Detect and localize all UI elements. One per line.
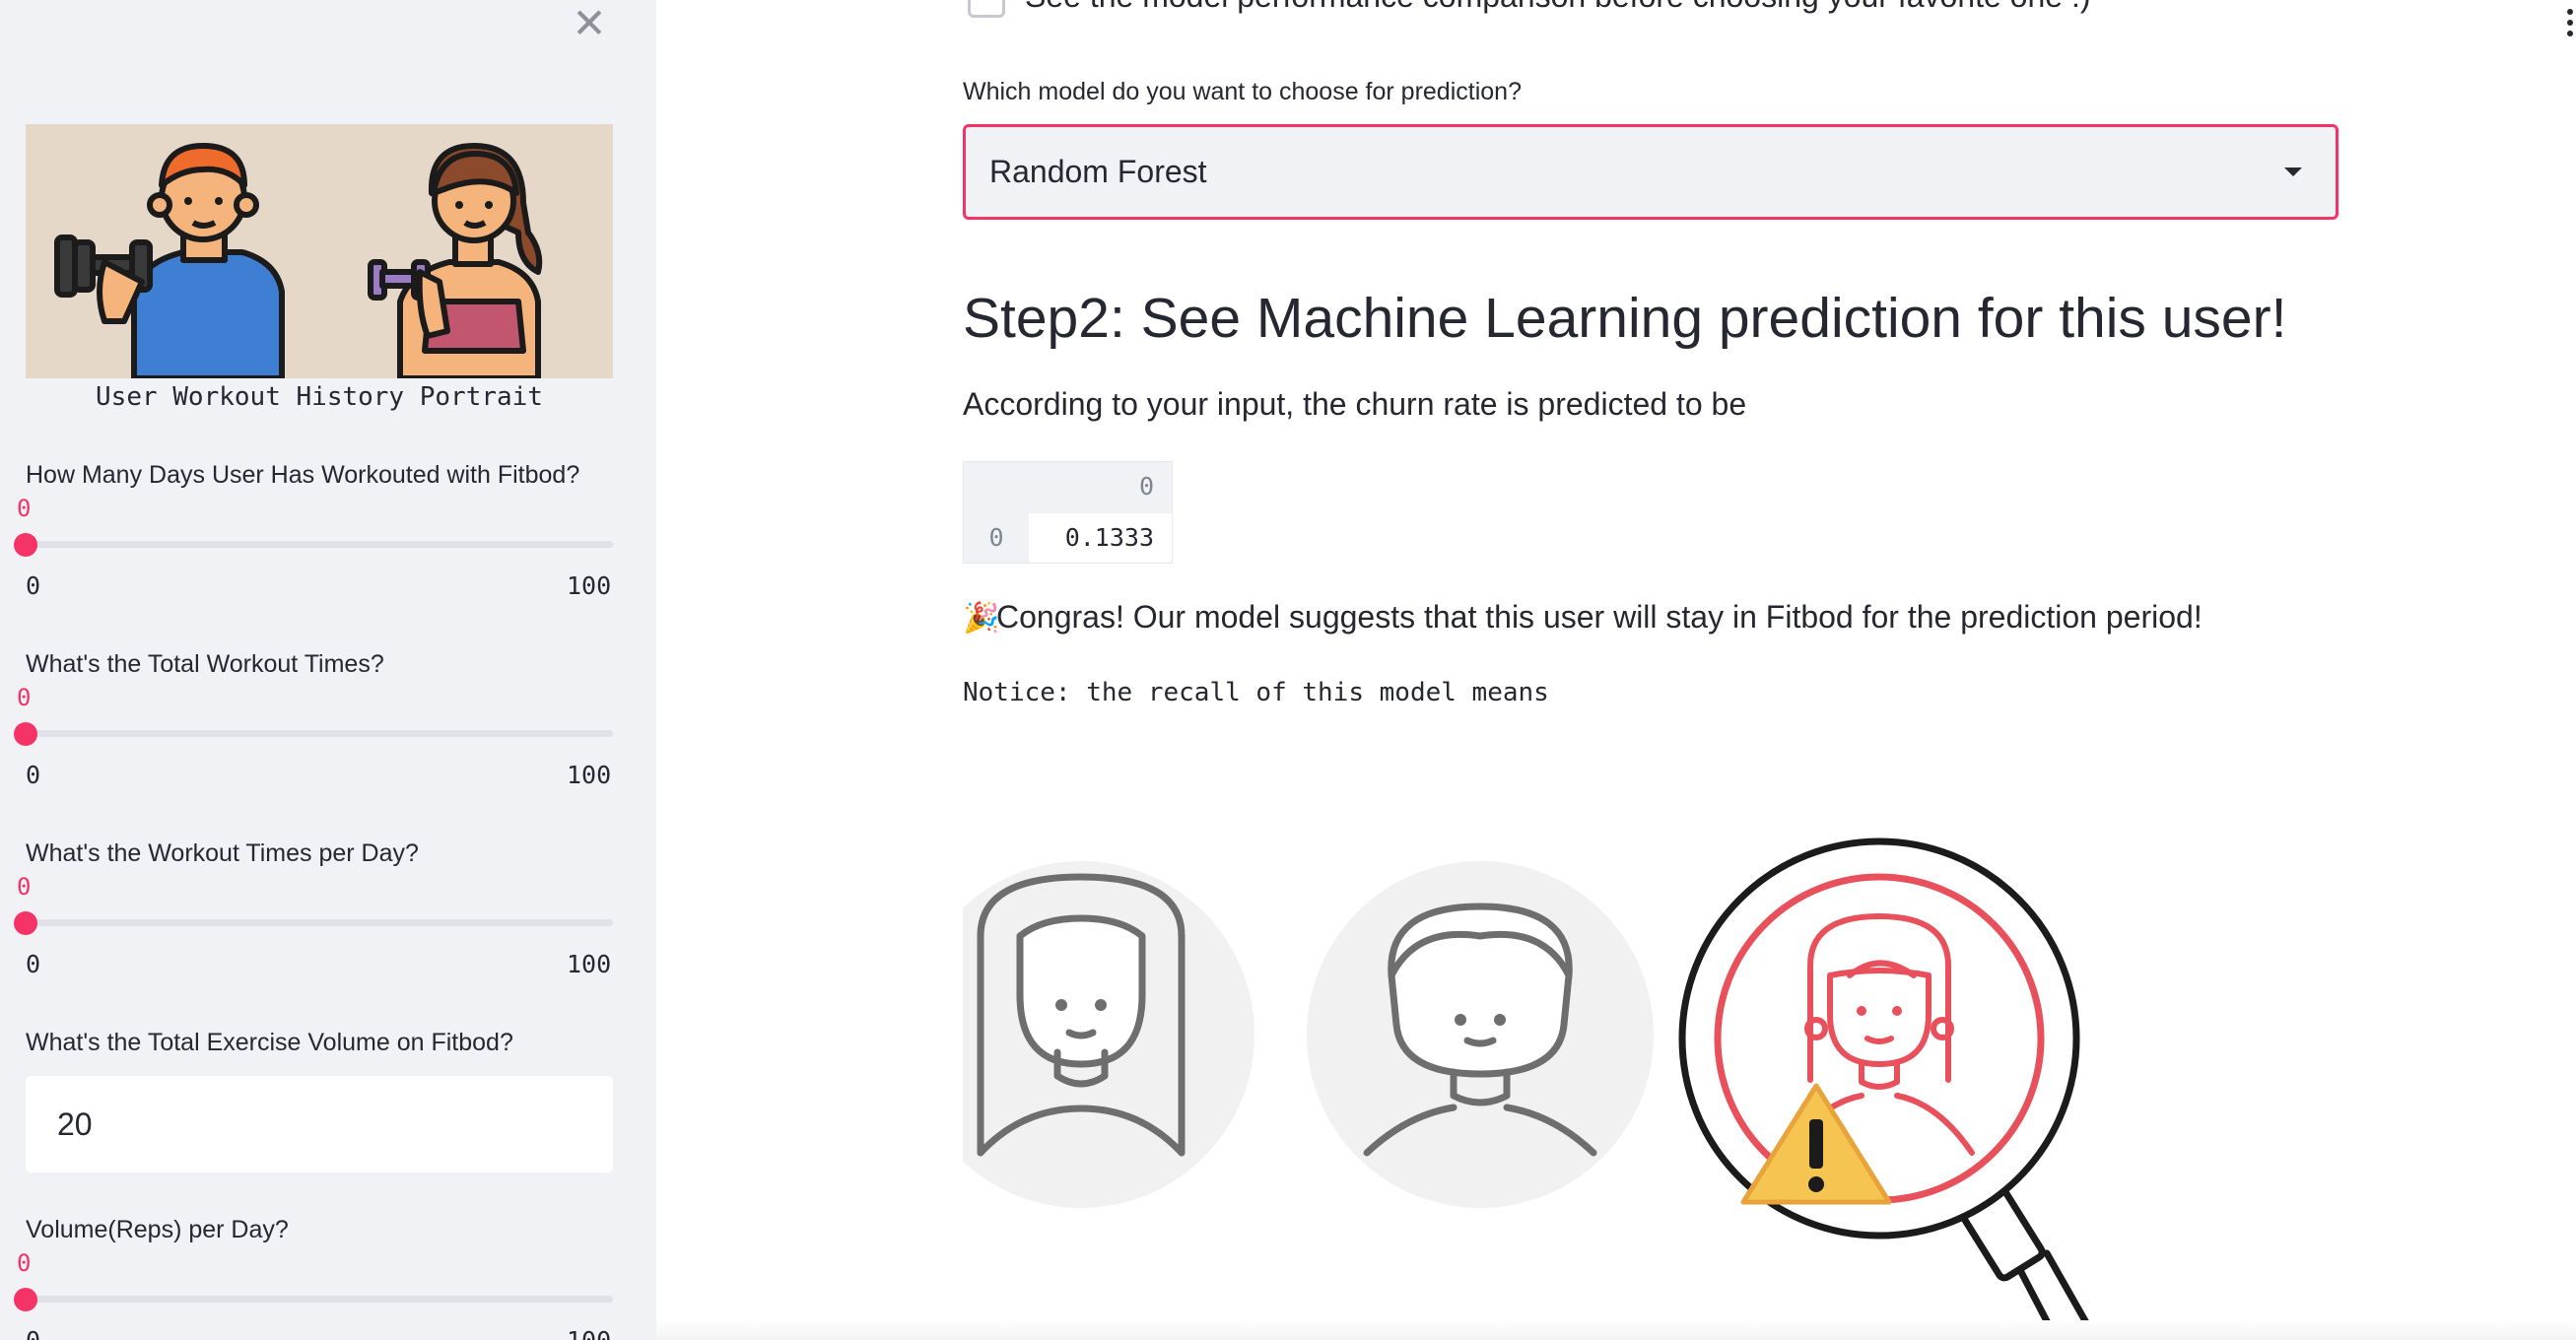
total-workout-times-min: 0 — [26, 761, 41, 789]
magnifier-icon — [1678, 838, 2100, 1340]
volume-per-day-slider-thumb[interactable] — [14, 1288, 37, 1311]
congrats-message: 🎉Congras! Our model suggests that this u… — [963, 599, 2203, 636]
volume-per-day-max: 100 — [567, 1326, 611, 1340]
volume-per-day-slider[interactable] — [26, 1296, 613, 1303]
dataframe-cell: 0.1333 — [1029, 513, 1172, 563]
workout-times-per-day-max: 100 — [567, 950, 612, 978]
days-workouted-slider[interactable] — [26, 541, 613, 548]
woman-avatar-illustration — [908, 861, 1254, 1208]
total-workout-times-label: What's the Total Workout Times? — [26, 650, 384, 678]
more-options-icon[interactable] — [2564, 8, 2576, 37]
woman-with-dumbbell-illustration — [368, 143, 543, 378]
days-workouted-label: How Many Days User Has Workouted with Fi… — [26, 461, 580, 489]
days-workouted-min: 0 — [26, 571, 41, 600]
model-select[interactable]: Random Forest — [963, 124, 2339, 220]
model-select-value: Random Forest — [989, 154, 1207, 189]
dataframe-column-header: 0 — [1138, 472, 1154, 501]
total-workout-times-max: 100 — [567, 761, 612, 789]
workout-times-per-day-min: 0 — [26, 950, 41, 978]
volume-per-day-min: 0 — [26, 1326, 40, 1340]
total-exercise-volume-label: What's the Total Exercise Volume on Fitb… — [26, 1029, 513, 1056]
workout-times-per-day-slider-thumb[interactable] — [14, 911, 37, 935]
main-content: See the model performance comparison bef… — [656, 0, 2576, 1340]
workout-times-per-day-slider[interactable] — [26, 919, 613, 926]
sidebar: ✕ User Workout History Portrait How Many… — [0, 0, 656, 1340]
dataframe-row-index: 0 — [964, 513, 1029, 563]
bottom-fade — [656, 1320, 2576, 1340]
notice-text: Notice: the recall of this model means — [963, 678, 1549, 707]
days-workouted-max: 100 — [567, 571, 612, 600]
total-exercise-volume-input[interactable]: 20 — [26, 1076, 613, 1172]
prediction-text: According to your input, the churn rate … — [963, 386, 1747, 422]
step2-heading: Step2: See Machine Learning prediction f… — [963, 287, 2287, 350]
workout-portrait-image — [26, 124, 613, 378]
total-workout-times-value: 0 — [17, 684, 32, 711]
volume-per-day-label: Volume(Reps) per Day? — [26, 1216, 289, 1243]
days-workouted-slider-thumb[interactable] — [14, 533, 37, 557]
days-workouted-value: 0 — [17, 495, 32, 522]
party-popper-icon: 🎉 — [963, 602, 1000, 635]
total-workout-times-slider[interactable] — [26, 730, 613, 737]
model-comparison-checkbox[interactable] — [968, 0, 1005, 18]
total-workout-times-slider-thumb[interactable] — [14, 722, 37, 746]
man-avatar-illustration — [1307, 861, 1654, 1208]
workout-times-per-day-label: What's the Workout Times per Day? — [26, 839, 419, 867]
workout-times-per-day-value: 0 — [17, 873, 32, 901]
chevron-down-icon[interactable] — [2284, 168, 2302, 176]
close-icon[interactable]: ✕ — [570, 3, 609, 44]
image-caption: User Workout History Portrait — [96, 382, 543, 412]
model-comparison-checkbox-label[interactable]: See the model performance comparison bef… — [1025, 0, 2090, 15]
recall-illustration — [908, 828, 2244, 1340]
dataframe-header: 0 — [964, 462, 1172, 513]
congrats-text: Congras! Our model suggests that this us… — [996, 599, 2203, 635]
model-select-label: Which model do you want to choose for pr… — [963, 78, 1522, 105]
man-with-dumbbell-illustration — [54, 143, 285, 378]
prediction-dataframe: 0 0 0.1333 — [963, 461, 1173, 564]
volume-per-day-value: 0 — [17, 1249, 32, 1277]
